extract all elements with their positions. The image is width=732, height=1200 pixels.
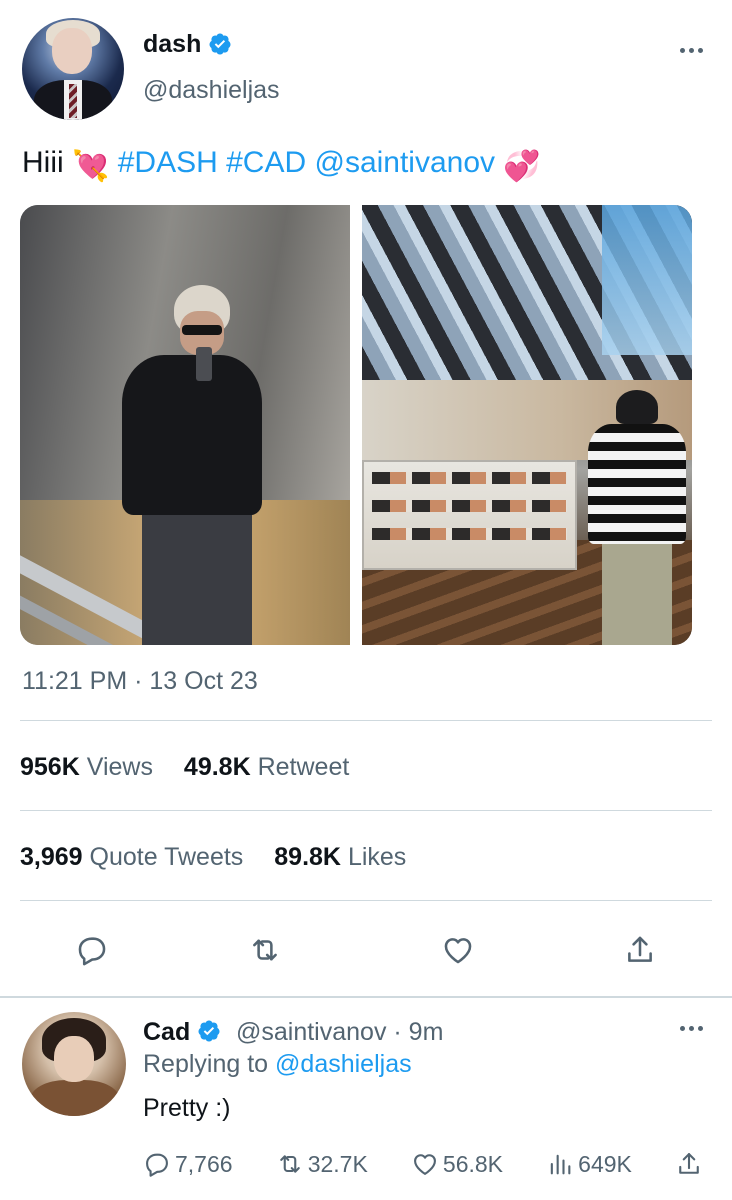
revolving-hearts-emoji-icon: 💞 — [503, 150, 541, 183]
reply-icon[interactable] — [70, 928, 114, 972]
views-stat[interactable]: 956K Views — [20, 753, 153, 782]
photo-2[interactable] — [362, 205, 692, 645]
replying-to-line: Replying to @dashieljas — [143, 1050, 412, 1078]
reply-share-button[interactable] — [675, 1150, 703, 1178]
retweet-count: 32.7K — [307, 1150, 368, 1177]
tweet-text: Hiii 💘 #DASH #CAD @saintivanov 💞 — [22, 145, 541, 185]
verified-badge-icon — [208, 32, 232, 56]
reply-reply-button[interactable]: 7,766 — [143, 1150, 233, 1178]
divider — [20, 900, 712, 901]
reply-count: 7,766 — [175, 1150, 233, 1177]
share-icon — [679, 1153, 699, 1174]
divider — [20, 810, 712, 811]
hashtag-cad-link[interactable]: #CAD — [226, 146, 306, 179]
author-name[interactable]: dash — [143, 30, 201, 59]
section-divider — [0, 996, 732, 998]
stats-row-views: 956K Views 49.8K Retweet — [20, 753, 373, 782]
photo-1[interactable] — [20, 205, 350, 645]
views-count: 649K — [578, 1150, 632, 1177]
author-handle[interactable]: @dashieljas — [143, 76, 280, 105]
retweet-icon[interactable] — [243, 928, 287, 972]
reply-like-button[interactable]: 56.8K — [411, 1150, 503, 1178]
reply-more-options-icon[interactable] — [676, 1018, 706, 1038]
author-avatar[interactable] — [22, 18, 124, 120]
more-options-icon[interactable] — [676, 40, 706, 60]
reply-icon — [146, 1153, 168, 1177]
views-chart-icon — [550, 1154, 571, 1175]
reply-retweet-button[interactable]: 32.7K — [276, 1150, 368, 1178]
reply-author-name[interactable]: Cad — [143, 1018, 221, 1047]
mention-link[interactable]: @saintivanov — [314, 146, 495, 179]
replying-to-link[interactable]: @dashieljas — [275, 1050, 412, 1078]
retweets-stat[interactable]: 49.8K Retweet — [184, 753, 349, 782]
reply-action-bar: 7,766 32.7K 56.8K 649K — [143, 1150, 703, 1178]
reply-time: · 9m — [393, 1018, 444, 1046]
tweet-greeting: Hiii — [22, 146, 64, 179]
reply-author-handle[interactable]: @saintivanov · 9m — [236, 1018, 443, 1047]
like-icon — [413, 1154, 436, 1175]
like-count: 56.8K — [442, 1150, 504, 1177]
retweet-icon — [279, 1155, 300, 1173]
like-icon[interactable] — [436, 928, 480, 972]
hashtag-dash-link[interactable]: #DASH — [118, 146, 218, 179]
divider — [20, 720, 712, 721]
likes-stat[interactable]: 89.8K Likes — [274, 843, 406, 872]
quote-tweets-stat[interactable]: 3,969 Quote Tweets — [20, 843, 243, 872]
tweet-timestamp[interactable]: 11:21 PM · 13 Oct 23 — [22, 667, 258, 696]
reply-text: Pretty :) — [143, 1094, 231, 1122]
heart-arrow-emoji-icon: 💘 — [72, 150, 110, 183]
reply-author-avatar[interactable] — [22, 1012, 126, 1116]
media-gallery — [20, 205, 692, 645]
reply-views-button[interactable]: 649K — [546, 1150, 632, 1178]
share-icon[interactable] — [618, 928, 662, 972]
verified-badge-icon — [197, 1019, 221, 1043]
stats-row-engagement: 3,969 Quote Tweets 89.8K Likes — [20, 843, 430, 872]
